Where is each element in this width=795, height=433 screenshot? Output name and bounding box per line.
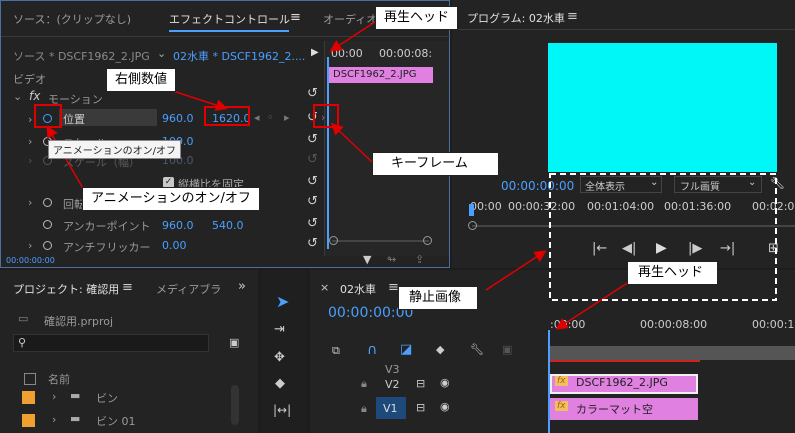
callout-anim-toggle: アニメーションのオン/オフ <box>82 187 260 211</box>
arrow-playhead-top <box>329 21 376 52</box>
callout-still-image: 静止画像 <box>398 286 479 310</box>
annotation-arrows <box>46 21 777 330</box>
callout-playhead-bottom: 再生ヘッド <box>627 261 719 285</box>
arrow-playhead-bottom <box>555 279 633 330</box>
callout-playhead-top: 再生ヘッド <box>375 6 459 30</box>
stopwatch-highlight-box <box>34 104 62 128</box>
right-value-highlight-box <box>204 106 250 126</box>
tooltip: アニメーションのオン/オフ <box>48 140 181 159</box>
callout-keyframe: キーフレーム <box>372 152 499 176</box>
callout-right-value: 右側数値 <box>106 68 177 92</box>
arrow-still-image <box>485 250 547 291</box>
keyframe-highlight-box <box>313 104 339 128</box>
arrow-keyframe <box>330 122 373 163</box>
